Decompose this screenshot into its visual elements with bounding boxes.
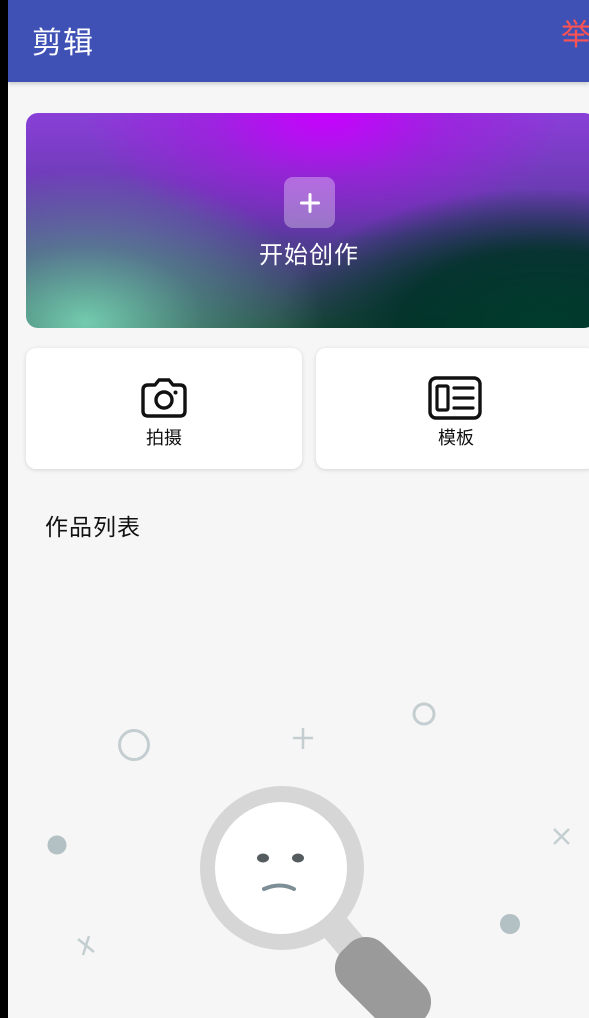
template-icon (428, 376, 482, 420)
report-button[interactable]: 举报 (561, 10, 589, 54)
screen: 剪辑 举报 开始创作 拍摄 模板 作品列表 (0, 0, 589, 1018)
start-create-label: 开始创作 (259, 241, 359, 269)
camera-icon (141, 378, 187, 418)
app-title: 剪辑 (32, 26, 94, 61)
magnifier-sad-face-icon (47, 702, 570, 1018)
template-button[interactable]: 模板 (316, 348, 589, 469)
works-list-title: 作品列表 (45, 515, 141, 541)
start-create-card[interactable]: 开始创作 (26, 113, 589, 328)
shoot-label: 拍摄 (146, 428, 182, 449)
plus-icon (284, 177, 335, 228)
app-bar: 剪辑 举报 (8, 0, 589, 82)
template-label: 模板 (438, 428, 474, 449)
shoot-button[interactable]: 拍摄 (26, 348, 302, 469)
